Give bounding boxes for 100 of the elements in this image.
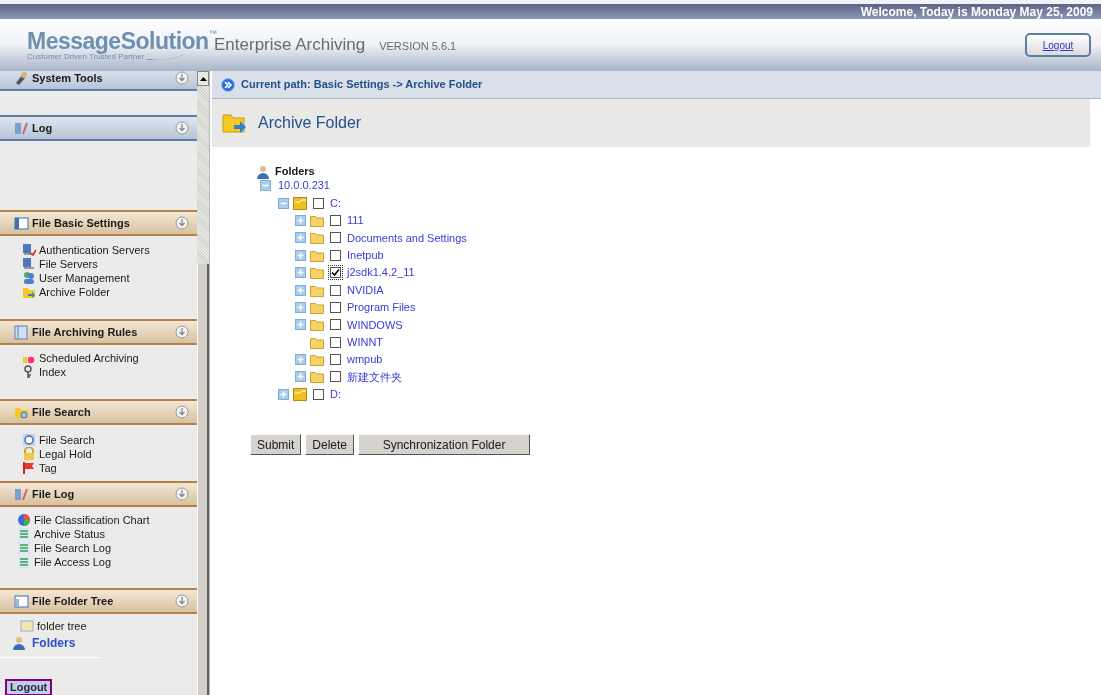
- list-icon: [17, 555, 31, 569]
- folder-link[interactable]: 111: [347, 212, 364, 229]
- form-button[interactable]: Submit: [250, 434, 302, 456]
- checkbox[interactable]: [328, 369, 343, 385]
- folder-link[interactable]: 新建文件夹: [347, 368, 402, 386]
- section-title: File Log: [32, 486, 76, 502]
- folder-icon: [293, 196, 307, 210]
- monitor-icon: [22, 257, 36, 271]
- folder-arrow-icon: [22, 285, 36, 299]
- form-button[interactable]: Synchronization Folder: [358, 434, 531, 456]
- menu-item[interactable]: Scheduled Archiving: [22, 351, 197, 365]
- collapse-circle-icon[interactable]: [175, 325, 189, 339]
- folder-icon: [310, 248, 324, 262]
- menu-item[interactable]: Archive Folder: [22, 285, 197, 299]
- expand-icon[interactable]: [295, 319, 306, 331]
- note-icon: [20, 619, 34, 633]
- checkbox[interactable]: [328, 317, 343, 333]
- expand-icon[interactable]: [295, 371, 306, 383]
- scrollbar[interactable]: [197, 71, 210, 695]
- folder-link[interactable]: j2sdk1.4.2_11: [347, 264, 415, 281]
- expand-icon[interactable]: [278, 388, 289, 400]
- section-title: System Tools: [32, 71, 104, 86]
- folder-icon: [310, 266, 324, 280]
- section-header[interactable]: Log: [0, 115, 197, 141]
- section-title: File Basic Settings: [32, 215, 131, 231]
- checkbox[interactable]: [328, 352, 343, 368]
- logout-button[interactable]: Logout: [5, 679, 53, 695]
- welcome-text: Welcome, Today is Monday May 25, 2009: [860, 5, 1093, 18]
- form-button[interactable]: Delete: [305, 434, 355, 456]
- tree-root-label: Folders: [275, 164, 315, 180]
- menu-item[interactable]: Index: [22, 365, 197, 379]
- book-icon: [14, 324, 29, 340]
- menu-item[interactable]: Authentication Servers: [22, 243, 197, 257]
- checkbox[interactable]: [328, 212, 343, 228]
- menu-item[interactable]: User Management: [22, 271, 197, 285]
- folders-link[interactable]: Folders: [12, 633, 197, 653]
- padlock-icon: [22, 447, 36, 461]
- folder-link[interactable]: Inetpub: [347, 247, 384, 264]
- menu-item[interactable]: folder tree: [20, 619, 197, 633]
- breadcrumb-text: Current path: Basic Settings -> Archive Folder: [241, 77, 483, 93]
- collapse-circle-icon[interactable]: [175, 405, 189, 419]
- collapse-circle-icon[interactable]: [175, 216, 189, 230]
- section-header[interactable]: File Search: [0, 399, 197, 425]
- expand-icon[interactable]: [295, 267, 306, 279]
- folder-link[interactable]: wmpub: [347, 351, 383, 368]
- menu-item[interactable]: Tag: [22, 461, 197, 475]
- collapse-icon[interactable]: [260, 180, 271, 192]
- expand-icon[interactable]: [295, 249, 306, 261]
- folder-link[interactable]: Program Files: [347, 299, 416, 316]
- expand-icon[interactable]: [295, 214, 306, 226]
- folder-icon: [310, 318, 324, 332]
- section-header[interactable]: File Log: [0, 481, 197, 507]
- page-title: Archive Folder: [258, 113, 362, 133]
- logout-button[interactable]: Logout: [1025, 33, 1091, 57]
- checkbox[interactable]: [328, 265, 343, 281]
- checkbox[interactable]: [328, 247, 343, 263]
- scroll-up-button[interactable]: [197, 71, 209, 86]
- folder-icon: [293, 387, 307, 401]
- folder-link[interactable]: NVIDIA: [347, 281, 384, 299]
- menu-item[interactable]: File Servers: [22, 257, 197, 271]
- menu-item[interactable]: Legal Hold: [22, 447, 197, 461]
- collapse-circle-icon[interactable]: [175, 487, 189, 501]
- folder-icon: [310, 231, 324, 245]
- checkbox[interactable]: [328, 334, 343, 350]
- folder-link[interactable]: Documents and Settings: [347, 229, 467, 247]
- tree-node-link[interactable]: 10.0.0.231: [278, 177, 330, 194]
- folder-icon: [310, 300, 324, 314]
- collapse-icon[interactable]: [278, 197, 289, 209]
- folder-link[interactable]: WINNT: [347, 333, 384, 351]
- folder-link[interactable]: D:: [330, 386, 341, 403]
- folder-link[interactable]: C:: [330, 194, 341, 212]
- section-header[interactable]: File Basic Settings: [0, 210, 197, 236]
- expand-icon[interactable]: [295, 301, 306, 313]
- menu-item[interactable]: File Access Log: [17, 555, 197, 569]
- person-icon: [12, 636, 26, 650]
- menu-item[interactable]: File Search Log: [17, 541, 197, 555]
- section-title: File Search: [32, 404, 92, 420]
- list-pen-icon: [14, 486, 29, 502]
- collapse-circle-icon[interactable]: [175, 71, 189, 85]
- checkbox[interactable]: [328, 230, 343, 246]
- scroll-thumb[interactable]: [197, 264, 209, 695]
- menu-item[interactable]: File Search: [22, 433, 197, 447]
- checkbox[interactable]: [311, 386, 326, 402]
- list-icon: [17, 541, 31, 555]
- collapse-circle-icon[interactable]: [175, 121, 189, 135]
- expand-icon[interactable]: [295, 354, 306, 366]
- expand-icon[interactable]: [295, 232, 306, 244]
- section-header[interactable]: System Tools: [0, 71, 197, 91]
- checkbox[interactable]: [311, 195, 326, 211]
- checkbox[interactable]: [328, 299, 343, 315]
- section-header[interactable]: File Archiving Rules: [0, 319, 197, 345]
- folder-link[interactable]: WINDOWS: [347, 316, 403, 334]
- up-triangle-icon: [199, 76, 207, 81]
- section-header[interactable]: File Folder Tree: [0, 588, 197, 614]
- menu-item[interactable]: File Classification Chart: [17, 513, 197, 527]
- checkbox[interactable]: [328, 282, 343, 298]
- menu-item[interactable]: Archive Status: [17, 527, 197, 541]
- list-pen-icon: [14, 120, 29, 136]
- collapse-circle-icon[interactable]: [175, 594, 189, 608]
- expand-icon[interactable]: [295, 284, 306, 296]
